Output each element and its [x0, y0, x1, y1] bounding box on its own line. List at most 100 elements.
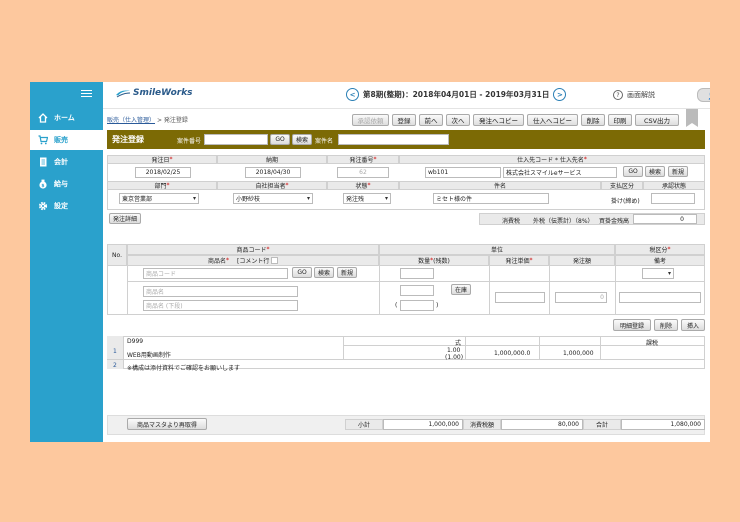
- unit-label: 単位: [490, 247, 503, 254]
- next-button[interactable]: 次へ: [446, 114, 470, 126]
- copy-to-purchase-button[interactable]: 仕入へコピー: [527, 114, 578, 126]
- logo-swoosh-icon: [116, 90, 131, 98]
- line-register-button[interactable]: 明細登録: [613, 319, 651, 331]
- status-select[interactable]: 発注残: [343, 193, 391, 204]
- order-no-label: 発注番号: [349, 157, 374, 164]
- next-period-icon[interactable]: >: [553, 88, 567, 101]
- breadcrumb-link[interactable]: 販売（仕入管理）: [107, 117, 155, 124]
- smileworks-logo[interactable]: SmileWorks: [115, 88, 193, 98]
- supplier-code-input[interactable]: wb101: [425, 167, 501, 178]
- supplier-new-button[interactable]: 新規: [668, 166, 688, 177]
- sidebar-item-accounting[interactable]: 会計: [30, 152, 103, 172]
- remaining-open-paren: (: [395, 302, 398, 309]
- bookmark-icon[interactable]: [686, 109, 698, 127]
- staff-label: 自社担当者: [255, 183, 286, 190]
- row-number: 1: [113, 348, 117, 355]
- product-name-input[interactable]: 商品名: [143, 286, 298, 297]
- dept-header: 部門 *: [107, 181, 217, 190]
- subject-header: 件名: [399, 181, 601, 190]
- line-delete-button[interactable]: 削除: [654, 319, 678, 331]
- cart-icon: [38, 135, 48, 145]
- staff-select[interactable]: 小野紗枝: [233, 193, 313, 204]
- hamburger-menu-icon[interactable]: [81, 88, 92, 99]
- case-search-button[interactable]: 検索: [292, 134, 312, 145]
- price-input[interactable]: [495, 292, 545, 303]
- tax-total-value: 80,000: [501, 419, 583, 430]
- order-date-input[interactable]: 2018/02/25: [135, 167, 191, 178]
- copy-to-order-button[interactable]: 発注へコピー: [473, 114, 524, 126]
- prev-period-icon[interactable]: <: [346, 88, 359, 101]
- line-insert-button[interactable]: 挿入: [681, 319, 705, 331]
- sidebar-item-settings[interactable]: 設定: [30, 196, 103, 216]
- app-window: ホーム 販売 会計 $ 給与 設定 SmileWorks < 第8期(整期)：2…: [30, 82, 710, 442]
- remarks-input[interactable]: [619, 292, 701, 303]
- delivery-input[interactable]: 2018/04/30: [245, 167, 301, 178]
- sidebar-item-label: 販売: [54, 136, 68, 144]
- csv-export-button[interactable]: CSV出力: [635, 114, 679, 126]
- qty-remaining-label: (残数): [433, 258, 450, 265]
- payment-type-header: 支払区分: [601, 181, 643, 190]
- prev-button[interactable]: 前へ: [419, 114, 443, 126]
- row-unit: 式: [455, 340, 462, 347]
- product-go-button[interactable]: GO: [292, 267, 312, 278]
- sidebar-item-label: 設定: [54, 202, 68, 210]
- product-name2-input[interactable]: 商品名 (下段): [143, 300, 298, 311]
- amount-value: 0: [555, 292, 607, 303]
- supplier-go-button[interactable]: GO: [623, 166, 643, 177]
- sidebar-item-home[interactable]: ホーム: [30, 108, 103, 128]
- subtotal-label-cell: 小計: [345, 419, 383, 430]
- product-new-button[interactable]: 新規: [337, 267, 357, 278]
- product-code-header: 商品コード *: [127, 244, 379, 255]
- row-price: 1,000,000.0: [494, 350, 531, 357]
- grand-total-label-cell: 合計: [583, 419, 621, 430]
- print-button[interactable]: 印刷: [608, 114, 632, 126]
- unit-header: 単位: [379, 244, 615, 255]
- order-date-header: 発注日 *: [107, 155, 217, 164]
- col-divider: [489, 255, 490, 315]
- product-code-input[interactable]: 商品コード: [143, 268, 288, 279]
- help-icon: ?: [613, 90, 623, 100]
- delivery-label: 納期: [265, 157, 278, 164]
- help-label: 画面解説: [627, 91, 655, 99]
- breadcrumb-current: 発注登録: [163, 117, 188, 124]
- dept-select[interactable]: 東京営業部: [119, 193, 199, 204]
- sidebar: ホーム 販売 会計 $ 給与 設定: [30, 82, 103, 442]
- delivery-header: 納期: [217, 155, 327, 164]
- payment-type-label: 支払区分: [609, 183, 634, 190]
- dept-label: 部門: [154, 183, 167, 190]
- user-menu-button[interactable]: 👤▾: [697, 88, 710, 102]
- col-divider: [127, 244, 128, 315]
- qty-input[interactable]: [400, 285, 434, 296]
- row-product-code: D999: [127, 338, 144, 345]
- row-amount: 1,000,000: [563, 350, 594, 357]
- help-link[interactable]: ? 画面解説: [613, 90, 655, 100]
- sidebar-item-sales[interactable]: 販売: [30, 130, 103, 150]
- case-no-input[interactable]: [204, 134, 268, 145]
- register-button[interactable]: 登録: [392, 114, 416, 126]
- comment-line-label: [コメント行: [237, 258, 270, 265]
- approval-request-button[interactable]: 承認依頼: [352, 114, 389, 126]
- comment-line-checkbox[interactable]: [271, 257, 279, 264]
- tax-class-select[interactable]: [642, 268, 674, 279]
- supplier-name-input[interactable]: 株式会社スマイルeサービス: [503, 167, 617, 178]
- status-header: 状態 *: [327, 181, 399, 190]
- stock-button[interactable]: 在庫: [451, 284, 471, 295]
- home-icon: [38, 113, 48, 123]
- reload-product-master-button[interactable]: 商品マスタより再取得: [127, 418, 207, 430]
- supplier-search-button[interactable]: 検索: [645, 166, 665, 177]
- col-divider: [465, 336, 466, 359]
- sidebar-item-payroll[interactable]: $ 給与: [30, 174, 103, 194]
- delete-button[interactable]: 削除: [581, 114, 605, 126]
- order-no-input[interactable]: 62: [337, 167, 389, 178]
- unit-input[interactable]: [400, 268, 434, 279]
- case-name-input[interactable]: [338, 134, 449, 145]
- tax-total-label-cell: 消費税額: [463, 419, 501, 430]
- subject-input[interactable]: ミセト様の件: [433, 193, 549, 204]
- svg-text:$: $: [41, 183, 44, 189]
- row-number: 2: [113, 362, 117, 369]
- order-detail-button[interactable]: 発注詳細: [109, 213, 141, 224]
- tax-total-label: 消費税額: [469, 422, 494, 429]
- amount-header: 発注額: [549, 255, 615, 266]
- product-search-button[interactable]: 検索: [314, 267, 334, 278]
- case-go-button[interactable]: GO: [270, 134, 290, 145]
